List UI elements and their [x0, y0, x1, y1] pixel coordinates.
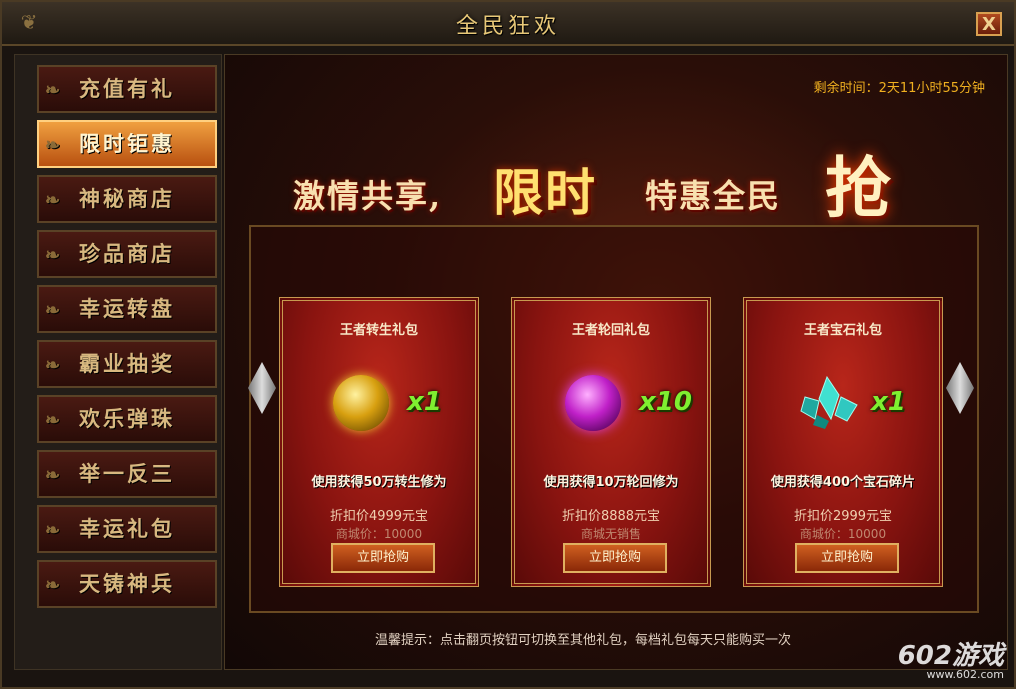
ornament-icon: ❧ — [45, 575, 64, 596]
gift-card: 王者转生礼包 x1 使用获得50万转生修为 折扣价4999元宝 商城价：1000… — [279, 297, 479, 587]
banner-text-1: 激情共享, — [293, 177, 443, 215]
buy-now-button[interactable]: 立即抢购 — [563, 543, 667, 573]
sidebar-item-recharge-gift[interactable]: ❧ 充值有礼 — [37, 65, 217, 113]
sidebar-item-one-for-three[interactable]: ❧ 举一反三 — [37, 450, 217, 498]
ornament-icon: ❧ — [45, 245, 64, 266]
ornament-icon: ❧ — [45, 520, 64, 541]
item-quantity: x1 — [871, 387, 906, 417]
window-title: 全民狂欢 — [455, 14, 560, 39]
hint-text: 温馨提示：点击翻页按钮可切换至其他礼包，每档礼包每天只能购买一次 — [375, 633, 792, 648]
banner-text-4: 抢 — [825, 149, 891, 227]
card-description: 使用获得10万轮回修为 — [543, 475, 679, 490]
sidebar-item-divine-weapon[interactable]: ❧ 天铸神兵 — [37, 560, 217, 608]
sidebar-item-lucky-wheel[interactable]: ❧ 幸运转盘 — [37, 285, 217, 333]
card-title: 王者轮回礼包 — [571, 323, 650, 338]
ornament-icon: ❧ — [45, 190, 64, 211]
sidebar-item-mystery-shop[interactable]: ❧ 神秘商店 — [37, 175, 217, 223]
countdown-timer: 剩余时间：2天11小时55分钟 — [813, 81, 985, 96]
ornament-icon: ❧ — [45, 135, 64, 156]
banner-text-3: 特惠全民 — [645, 177, 782, 215]
card-description: 使用获得400个宝石碎片 — [770, 475, 916, 490]
close-button[interactable]: X — [976, 12, 1002, 36]
buy-now-button[interactable]: 立即抢购 — [795, 543, 899, 573]
discount-price: 折扣价8888元宝 — [561, 509, 661, 524]
site-watermark: 602游戏 www.602.com — [898, 635, 1004, 681]
gift-card: 王者宝石礼包 x1 使用获得400个宝石碎片 折扣价2999元宝 商城价：100… — [743, 297, 943, 587]
ornament-icon: ❧ — [45, 300, 64, 321]
buy-now-button[interactable]: 立即抢购 — [331, 543, 435, 573]
store-price: 商城价：10000 — [335, 527, 423, 541]
discount-price: 折扣价2999元宝 — [793, 509, 893, 524]
promo-banner: 激情共享, 限时 特惠全民 抢 — [285, 143, 925, 233]
purple-orb-icon — [565, 375, 621, 431]
gold-orb-icon — [333, 375, 389, 431]
discount-price: 折扣价4999元宝 — [329, 509, 429, 524]
event-window: ❦ 全民狂欢 X ❧ 充值有礼 ❧ 限时钜惠 ❧ 神秘商店 ❧ 珍品商店 ❧ 幸运转盘 ❧… — [0, 0, 1016, 689]
item-quantity: x1 — [407, 387, 442, 417]
sidebar-item-lucky-pack[interactable]: ❧ 幸运礼包 — [37, 505, 217, 553]
banner-text-2: 限时 — [493, 163, 597, 222]
ornament-icon: ❧ — [45, 410, 64, 431]
item-quantity: x10 — [639, 387, 692, 417]
title-bar: ❦ 全民狂欢 X — [2, 2, 1014, 46]
sidebar-item-pinball[interactable]: ❧ 欢乐弹珠 — [37, 395, 217, 443]
ornament-icon: ❧ — [45, 465, 64, 486]
crystal-shards-icon — [797, 375, 858, 431]
sidebar-item-treasure-shop[interactable]: ❧ 珍品商店 — [37, 230, 217, 278]
store-price: 商城无销售 — [580, 527, 641, 541]
ornament-icon: ❧ — [45, 80, 64, 101]
card-title: 王者宝石礼包 — [803, 323, 882, 338]
store-price: 商城价：10000 — [799, 527, 887, 541]
watermark-brand: 602游戏 — [897, 641, 1004, 671]
sidebar-item-lottery[interactable]: ❧ 霸业抽奖 — [37, 340, 217, 388]
main-content: 剩余时间：2天11小时55分钟 激情共享, 限时 特惠全民 抢 王者转生礼包 x… — [224, 54, 1008, 670]
ornament-icon: ❧ — [45, 355, 64, 376]
sidebar: ❧ 充值有礼 ❧ 限时钜惠 ❧ 神秘商店 ❧ 珍品商店 ❧ 幸运转盘 ❧ 霸业抽奖 ❧ 欢乐弹… — [14, 54, 222, 670]
gift-panel: 王者转生礼包 x1 使用获得50万转生修为 折扣价4999元宝 商城价：1000… — [249, 225, 979, 613]
gift-card: 王者轮回礼包 x10 使用获得10万轮回修为 折扣价8888元宝 商城无销售 立… — [511, 297, 711, 587]
sidebar-item-limited-deal[interactable]: ❧ 限时钜惠 — [37, 120, 217, 168]
card-description: 使用获得50万转生修为 — [311, 475, 447, 490]
card-title: 王者转生礼包 — [339, 323, 418, 338]
